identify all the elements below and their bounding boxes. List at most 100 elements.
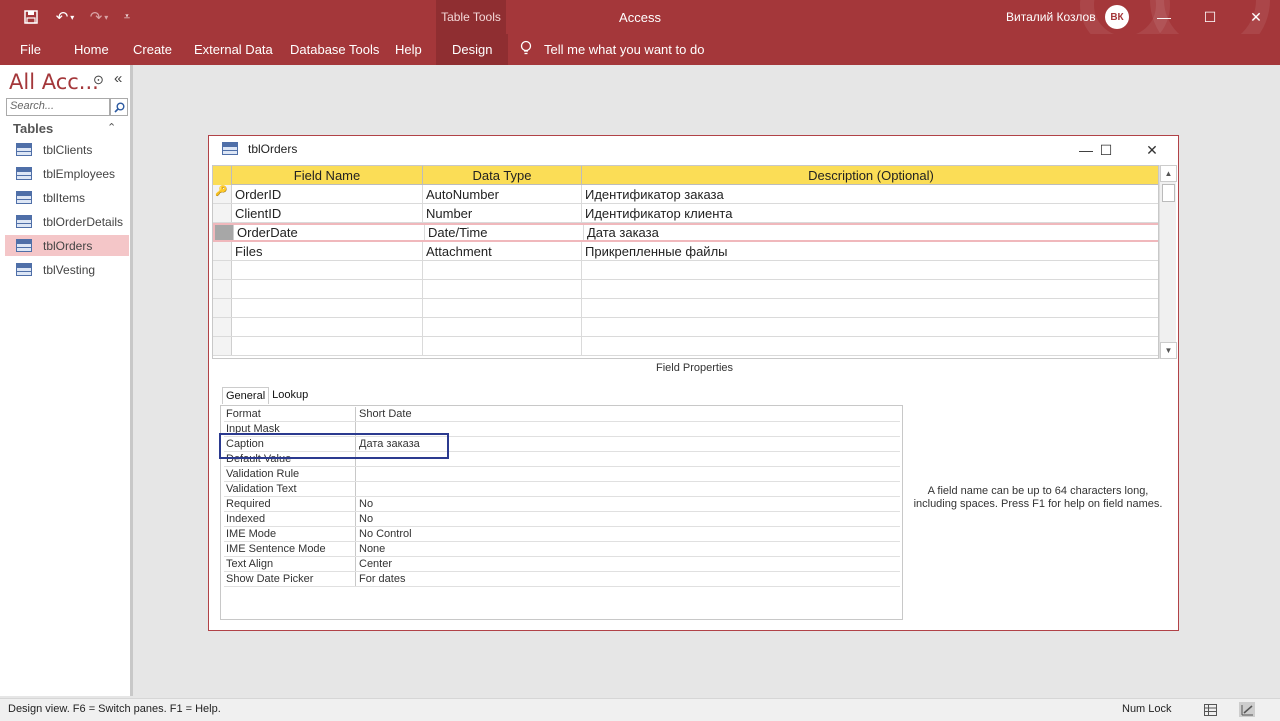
property-row[interactable]: Text Align Center [224,557,900,572]
property-row[interactable]: Validation Rule [224,467,900,482]
tab-external-data[interactable]: External Data [194,34,273,65]
column-header-field-name[interactable]: Field Name [232,166,423,185]
description-cell[interactable] [582,280,1158,298]
row-selector[interactable]: 🔑 [213,185,232,203]
description-cell[interactable]: Дата заказа [584,225,1158,240]
nav-item-tblemployees[interactable]: tblEmployees [5,163,129,184]
description-cell[interactable]: Идентификатор клиента [582,204,1158,222]
tab-create[interactable]: Create [133,34,172,65]
tab-design[interactable]: Design [436,34,509,65]
property-value[interactable]: None [356,542,385,556]
table-row-selected[interactable]: OrderDate Date/Time Дата заказа [213,223,1158,242]
data-type-cell[interactable]: Date/Time [425,225,584,240]
row-selector[interactable] [215,225,234,240]
nav-item-tblvesting[interactable]: tblVesting [5,259,129,280]
undo-icon[interactable]: ↶ ▾ [50,6,80,28]
save-icon[interactable] [20,6,42,28]
design-view-icon[interactable] [1239,702,1255,717]
property-value[interactable]: No Control [356,527,412,541]
nav-group-tables[interactable]: Tables [13,121,53,136]
data-type-cell[interactable] [423,280,582,298]
table-row-empty[interactable] [213,261,1158,280]
data-type-cell[interactable]: Attachment [423,242,582,260]
description-cell[interactable] [582,337,1158,355]
table-row-empty[interactable] [213,337,1158,356]
property-row[interactable]: Indexed No [224,512,900,527]
search-icon[interactable] [110,98,128,116]
description-cell[interactable]: Прикрепленные файлы [582,242,1158,260]
table-row-empty[interactable] [213,299,1158,318]
nav-item-tblitems[interactable]: tblItems [5,187,129,208]
restore-icon[interactable]: ☐ [1187,0,1233,34]
field-name-cell[interactable]: OrderID [232,185,423,203]
row-selector[interactable] [213,280,232,298]
property-row[interactable]: Required No [224,497,900,512]
property-value[interactable] [356,482,359,496]
data-type-cell[interactable] [423,318,582,336]
datasheet-view-icon[interactable] [1202,702,1218,717]
tab-file[interactable]: File [20,34,41,65]
property-row[interactable]: Validation Text [224,482,900,497]
row-selector[interactable] [213,261,232,279]
property-value[interactable]: For dates [356,572,405,586]
description-cell[interactable]: Идентификатор заказа [582,185,1158,203]
chevron-up-icon[interactable]: ⌃ [107,121,116,134]
column-header-data-type[interactable]: Data Type [423,166,582,185]
table-row[interactable]: 🔑 OrderID AutoNumber Идентификатор заказ… [213,185,1158,204]
avatar[interactable]: ВК [1105,5,1129,29]
redo-icon[interactable]: ↷ ▾ [86,6,112,28]
table-row[interactable]: Files Attachment Прикрепленные файлы [213,242,1158,261]
property-value[interactable]: Short Date [356,407,412,421]
minimize-icon[interactable]: — [1141,0,1187,34]
row-selector[interactable] [213,318,232,336]
row-selector[interactable] [213,204,232,222]
close-icon[interactable]: ✕ [1233,0,1279,34]
table-row[interactable]: ClientID Number Идентификатор клиента [213,204,1158,223]
field-name-cell[interactable]: Files [232,242,423,260]
shutter-bar-collapse-icon[interactable]: « [114,70,122,87]
close-icon[interactable]: ✕ [1132,136,1172,164]
row-selector[interactable] [213,299,232,317]
tell-me-box[interactable]: Tell me what you want to do [520,34,704,65]
restore-icon[interactable]: ☐ [1086,136,1126,164]
data-type-cell[interactable] [423,299,582,317]
property-value[interactable]: No [356,497,373,511]
nav-item-tblorderdetails[interactable]: tblOrderDetails [5,211,129,232]
tab-home[interactable]: Home [74,34,109,65]
description-cell[interactable] [582,261,1158,279]
chevron-down-circle-icon[interactable]: ⊙ [93,72,104,88]
tab-general[interactable]: General [222,387,270,404]
field-name-cell[interactable]: OrderDate [234,225,425,240]
table-row-empty[interactable] [213,318,1158,337]
description-cell[interactable] [582,318,1158,336]
tab-database-tools[interactable]: Database Tools [290,34,379,65]
scroll-down-icon[interactable]: ▼ [1160,342,1177,359]
property-row[interactable]: Format Short Date [224,407,900,422]
vertical-scrollbar[interactable]: ▲ ▼ [1159,165,1177,359]
field-name-cell[interactable]: ClientID [232,204,423,222]
nav-item-tblorders[interactable]: tblOrders [5,235,129,256]
column-header-description[interactable]: Description (Optional) [582,166,1158,185]
select-all-corner[interactable] [213,166,232,185]
property-value[interactable] [356,467,359,481]
data-type-cell[interactable] [423,261,582,279]
customize-qat-icon[interactable]: ⩡ [118,6,136,28]
property-row[interactable]: IME Sentence Mode None [224,542,900,557]
scroll-up-icon[interactable]: ▲ [1160,165,1177,182]
nav-item-tblclients[interactable]: tblClients [5,139,129,160]
field-name-cell[interactable] [232,299,423,317]
property-value[interactable]: Center [356,557,392,571]
field-name-cell[interactable] [232,280,423,298]
property-row[interactable]: Show Date Picker For dates [224,572,900,587]
row-selector[interactable] [213,242,232,260]
data-type-cell[interactable]: AutoNumber [423,185,582,203]
field-name-cell[interactable] [232,318,423,336]
nav-search-input[interactable]: Search... [6,98,110,116]
field-name-cell[interactable] [232,261,423,279]
data-type-cell[interactable]: Number [423,204,582,222]
row-selector[interactable] [213,337,232,355]
property-value[interactable]: No [356,512,373,526]
tab-lookup[interactable]: Lookup [269,387,311,404]
user-name[interactable]: Виталий Козлов [1006,0,1096,34]
table-row-empty[interactable] [213,280,1158,299]
